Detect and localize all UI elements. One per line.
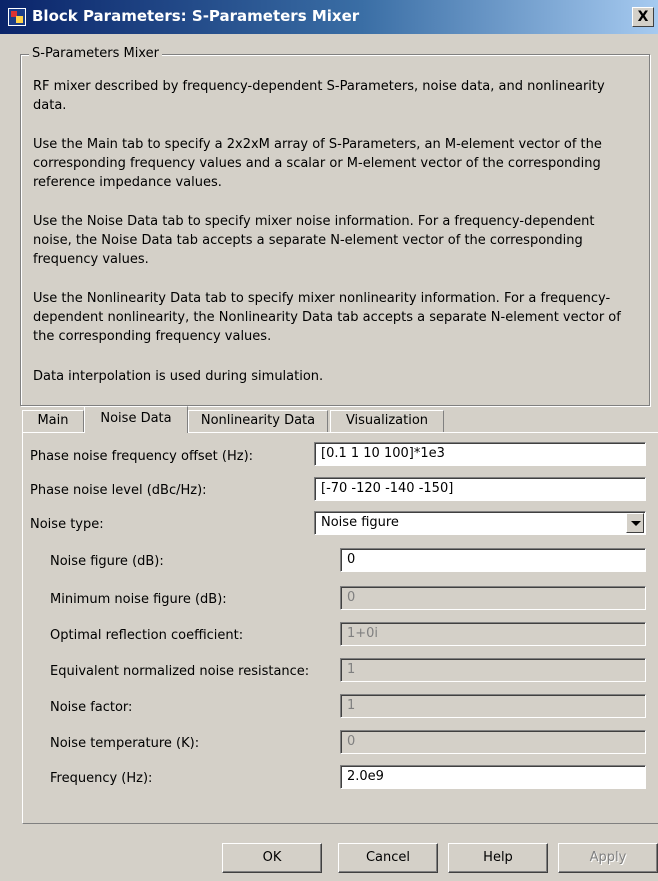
optimal-reflection-label: Optimal reflection coefficient: (50, 628, 244, 643)
noise-temperature-field: 0 (340, 730, 646, 754)
tab-visualization[interactable]: Visualization (330, 410, 444, 432)
noise-type-label: Noise type: (30, 517, 104, 532)
phase-noise-offset-field[interactable]: [0.1 1 10 100]*1e3 (314, 442, 646, 466)
tab-noise-data[interactable]: Noise Data (84, 406, 188, 433)
noise-temperature-label: Noise temperature (K): (50, 736, 200, 751)
close-button[interactable]: X (632, 7, 654, 27)
help-button[interactable]: Help (448, 843, 548, 873)
noise-type-select[interactable]: Noise figure (314, 511, 646, 535)
window-title: Block Parameters: S-Parameters Mixer (32, 7, 360, 25)
noise-factor-field: 1 (340, 694, 646, 718)
group-legend: S-Parameters Mixer (29, 46, 162, 61)
description-paragraph: RF mixer described by frequency-dependen… (33, 79, 605, 113)
title-bar: Block Parameters: S-Parameters Mixer X (0, 0, 658, 34)
ok-button[interactable]: OK (222, 843, 322, 873)
cancel-button[interactable]: Cancel (338, 843, 438, 873)
eq-noise-resistance-label: Equivalent normalized noise resistance: (50, 664, 310, 679)
tab-main[interactable]: Main (22, 410, 84, 432)
chevron-down-icon[interactable] (626, 513, 644, 533)
phase-noise-level-label: Phase noise level (dBc/Hz): (30, 483, 207, 498)
description-group: S-Parameters Mixer RF mixer described by… (20, 46, 650, 406)
frequency-label: Frequency (Hz): (50, 771, 153, 786)
min-noise-figure-field: 0 (340, 586, 646, 610)
eq-noise-resistance-field: 1 (340, 658, 646, 682)
description-paragraph: Data interpolation is used during simula… (33, 369, 324, 384)
description-paragraph: Use the Noise Data tab to specify mixer … (33, 214, 595, 267)
phase-noise-offset-label: Phase noise frequency offset (Hz): (30, 449, 254, 464)
apply-button: Apply (558, 843, 658, 873)
noise-type-value: Noise figure (321, 515, 399, 530)
tab-nonlinearity-data[interactable]: Nonlinearity Data (188, 410, 328, 432)
noise-figure-label: Noise figure (dB): (50, 554, 164, 569)
description-paragraph: Use the Main tab to specify a 2x2xM arra… (33, 137, 602, 190)
noise-factor-label: Noise factor: (50, 700, 133, 715)
simulink-block-icon (8, 8, 26, 26)
noise-figure-field[interactable]: 0 (340, 548, 646, 572)
optimal-reflection-field: 1+0i (340, 622, 646, 646)
frequency-field[interactable]: 2.0e9 (340, 765, 646, 789)
phase-noise-level-field[interactable]: [-70 -120 -140 -150] (314, 477, 646, 501)
description-paragraph: Use the Nonlinearity Data tab to specify… (33, 291, 621, 344)
min-noise-figure-label: Minimum noise figure (dB): (50, 592, 227, 607)
